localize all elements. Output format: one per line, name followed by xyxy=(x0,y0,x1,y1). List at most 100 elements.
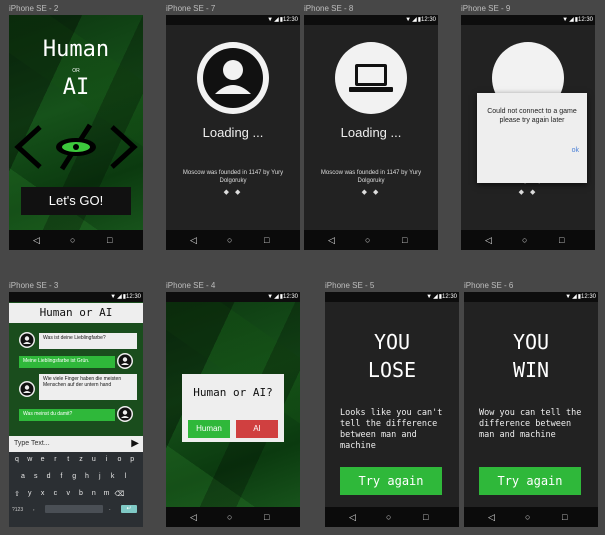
home-icon[interactable]: ○ xyxy=(227,513,232,522)
loading-dots: ◆ ◆ xyxy=(223,189,243,196)
recents-icon[interactable]: □ xyxy=(264,236,269,245)
chat-header: Human or AI xyxy=(9,303,143,323)
person-icon xyxy=(20,333,34,347)
home-icon[interactable]: ○ xyxy=(365,236,370,245)
key-letter[interactable]: s xyxy=(31,473,41,480)
result-line-1: YOU xyxy=(512,330,550,354)
key-letter[interactable]: q xyxy=(12,456,22,463)
screen-label: iPhone SE - 3 xyxy=(9,281,59,290)
key-letter[interactable]: u xyxy=(89,456,99,463)
nav-bar: ◁ ○ □ xyxy=(325,507,459,527)
recents-icon[interactable]: □ xyxy=(402,236,407,245)
status-time: 12:30 xyxy=(125,294,141,300)
choice-question: Human or AI? xyxy=(193,386,273,399)
key-letter[interactable]: g xyxy=(69,473,79,480)
loading-dots: ◆ ◆ xyxy=(361,189,381,196)
screen-label: iPhone SE - 2 xyxy=(9,4,59,13)
home-icon[interactable]: ○ xyxy=(227,236,232,245)
loading-screen-ai: ▼◢▮ 12:30 Loading ... Moscow was founded… xyxy=(304,15,438,250)
laptop-icon xyxy=(349,64,393,92)
status-bar: ▼◢▮ 12:30 xyxy=(464,292,598,302)
back-icon[interactable]: ◁ xyxy=(328,236,335,245)
result-line-2: LOSE xyxy=(367,358,417,382)
key-letter[interactable]: h xyxy=(82,473,92,480)
status-time: 12:30 xyxy=(580,294,596,300)
key-letter[interactable]: y xyxy=(25,490,35,497)
nav-bar: ◁ ○ □ xyxy=(304,230,438,250)
home-icon[interactable]: ○ xyxy=(70,236,75,245)
self-avatar xyxy=(117,406,133,422)
status-time: 12:30 xyxy=(420,17,436,23)
key-letter[interactable]: e xyxy=(38,456,48,463)
lose-screen: ▼◢▮ 12:30 YOU LOSE Looks like you can't … xyxy=(325,292,459,527)
key-letter[interactable]: p xyxy=(127,456,137,463)
partner-avatar xyxy=(19,332,35,348)
screen-label: iPhone SE - 9 xyxy=(461,4,511,13)
chat-message-outgoing: Meine Lieblingsfarbe ist Grün. xyxy=(19,356,115,368)
key-shift[interactable]: ⇧ xyxy=(12,490,22,498)
try-again-button[interactable]: Try again xyxy=(340,467,442,495)
error-dialog: Could not connect to a game please try a… xyxy=(477,93,587,183)
result-line-2: WIN xyxy=(512,358,550,382)
back-icon[interactable]: ◁ xyxy=(485,236,492,245)
status-bar: ▼◢▮ 12:30 xyxy=(166,15,300,25)
screen-label: iPhone SE - 5 xyxy=(325,281,375,290)
key-letter[interactable]: z xyxy=(76,456,86,463)
result-line-1: YOU xyxy=(373,330,411,354)
recents-icon[interactable]: □ xyxy=(559,236,564,245)
key-letter[interactable]: i xyxy=(102,456,112,463)
key-letter[interactable]: f xyxy=(56,473,66,480)
choice-dialog: Human or AI? Human AI xyxy=(182,374,284,442)
title-human: Human xyxy=(42,37,110,62)
key-letter[interactable]: x xyxy=(38,490,48,497)
key-letter[interactable]: n xyxy=(89,490,99,497)
key-letter[interactable]: k xyxy=(108,473,118,480)
key-letter[interactable]: d xyxy=(44,473,54,480)
nav-bar: ◁ ○ □ xyxy=(166,230,300,250)
key-letter[interactable]: a xyxy=(18,473,28,480)
key-letter[interactable]: j xyxy=(95,473,105,480)
back-icon[interactable]: ◁ xyxy=(33,236,40,245)
key-letter[interactable]: l xyxy=(120,473,130,480)
status-bar: ▼◢▮ 12:30 xyxy=(9,292,143,302)
message-input[interactable]: Type Text... xyxy=(14,440,50,447)
back-icon[interactable]: ◁ xyxy=(488,513,495,522)
key-letter[interactable]: v xyxy=(63,490,73,497)
key-letter[interactable]: o xyxy=(114,456,124,463)
back-icon[interactable]: ◁ xyxy=(349,513,356,522)
key-letter[interactable]: t xyxy=(63,456,73,463)
fun-fact: Moscow was founded in 1147 by Yury Dolgo… xyxy=(182,170,284,184)
status-bar: ▼◢▮ 12:30 xyxy=(325,292,459,302)
home-icon[interactable]: ○ xyxy=(386,513,391,522)
status-bar: ▼◢▮ 12:30 xyxy=(461,15,595,25)
send-icon[interactable]: ▶ xyxy=(131,438,139,449)
recents-icon[interactable]: □ xyxy=(562,513,567,522)
nav-bar: ◁ ○ □ xyxy=(461,230,595,250)
key-letter[interactable]: m xyxy=(102,490,112,497)
key-comma[interactable]: , xyxy=(33,506,35,512)
back-icon[interactable]: ◁ xyxy=(190,236,197,245)
home-icon[interactable]: ○ xyxy=(522,236,527,245)
ok-button[interactable]: ok xyxy=(572,147,579,154)
human-button[interactable]: Human xyxy=(188,420,230,438)
key-letter[interactable]: r xyxy=(50,456,60,463)
key-backspace[interactable]: ⌫ xyxy=(114,490,124,498)
person-icon xyxy=(118,354,132,368)
nav-bar: ◁ ○ □ xyxy=(166,507,300,527)
recents-icon[interactable]: □ xyxy=(423,513,428,522)
key-period[interactable]: . xyxy=(109,506,111,512)
message-input-bar: Type Text... ▶ xyxy=(9,436,143,452)
back-icon[interactable]: ◁ xyxy=(190,513,197,522)
recents-icon[interactable]: □ xyxy=(107,236,112,245)
home-icon[interactable]: ○ xyxy=(525,513,530,522)
ai-button[interactable]: AI xyxy=(236,420,278,438)
key-enter[interactable]: ↵ xyxy=(121,505,137,513)
recents-icon[interactable]: □ xyxy=(264,513,269,522)
key-space[interactable] xyxy=(45,505,103,513)
key-letter[interactable]: b xyxy=(76,490,86,497)
lets-go-button[interactable]: Let's GO! xyxy=(21,187,131,215)
key-symbols[interactable]: ?123 xyxy=(12,507,23,513)
key-letter[interactable]: w xyxy=(25,456,35,463)
key-letter[interactable]: c xyxy=(50,490,60,497)
try-again-button[interactable]: Try again xyxy=(479,467,581,495)
